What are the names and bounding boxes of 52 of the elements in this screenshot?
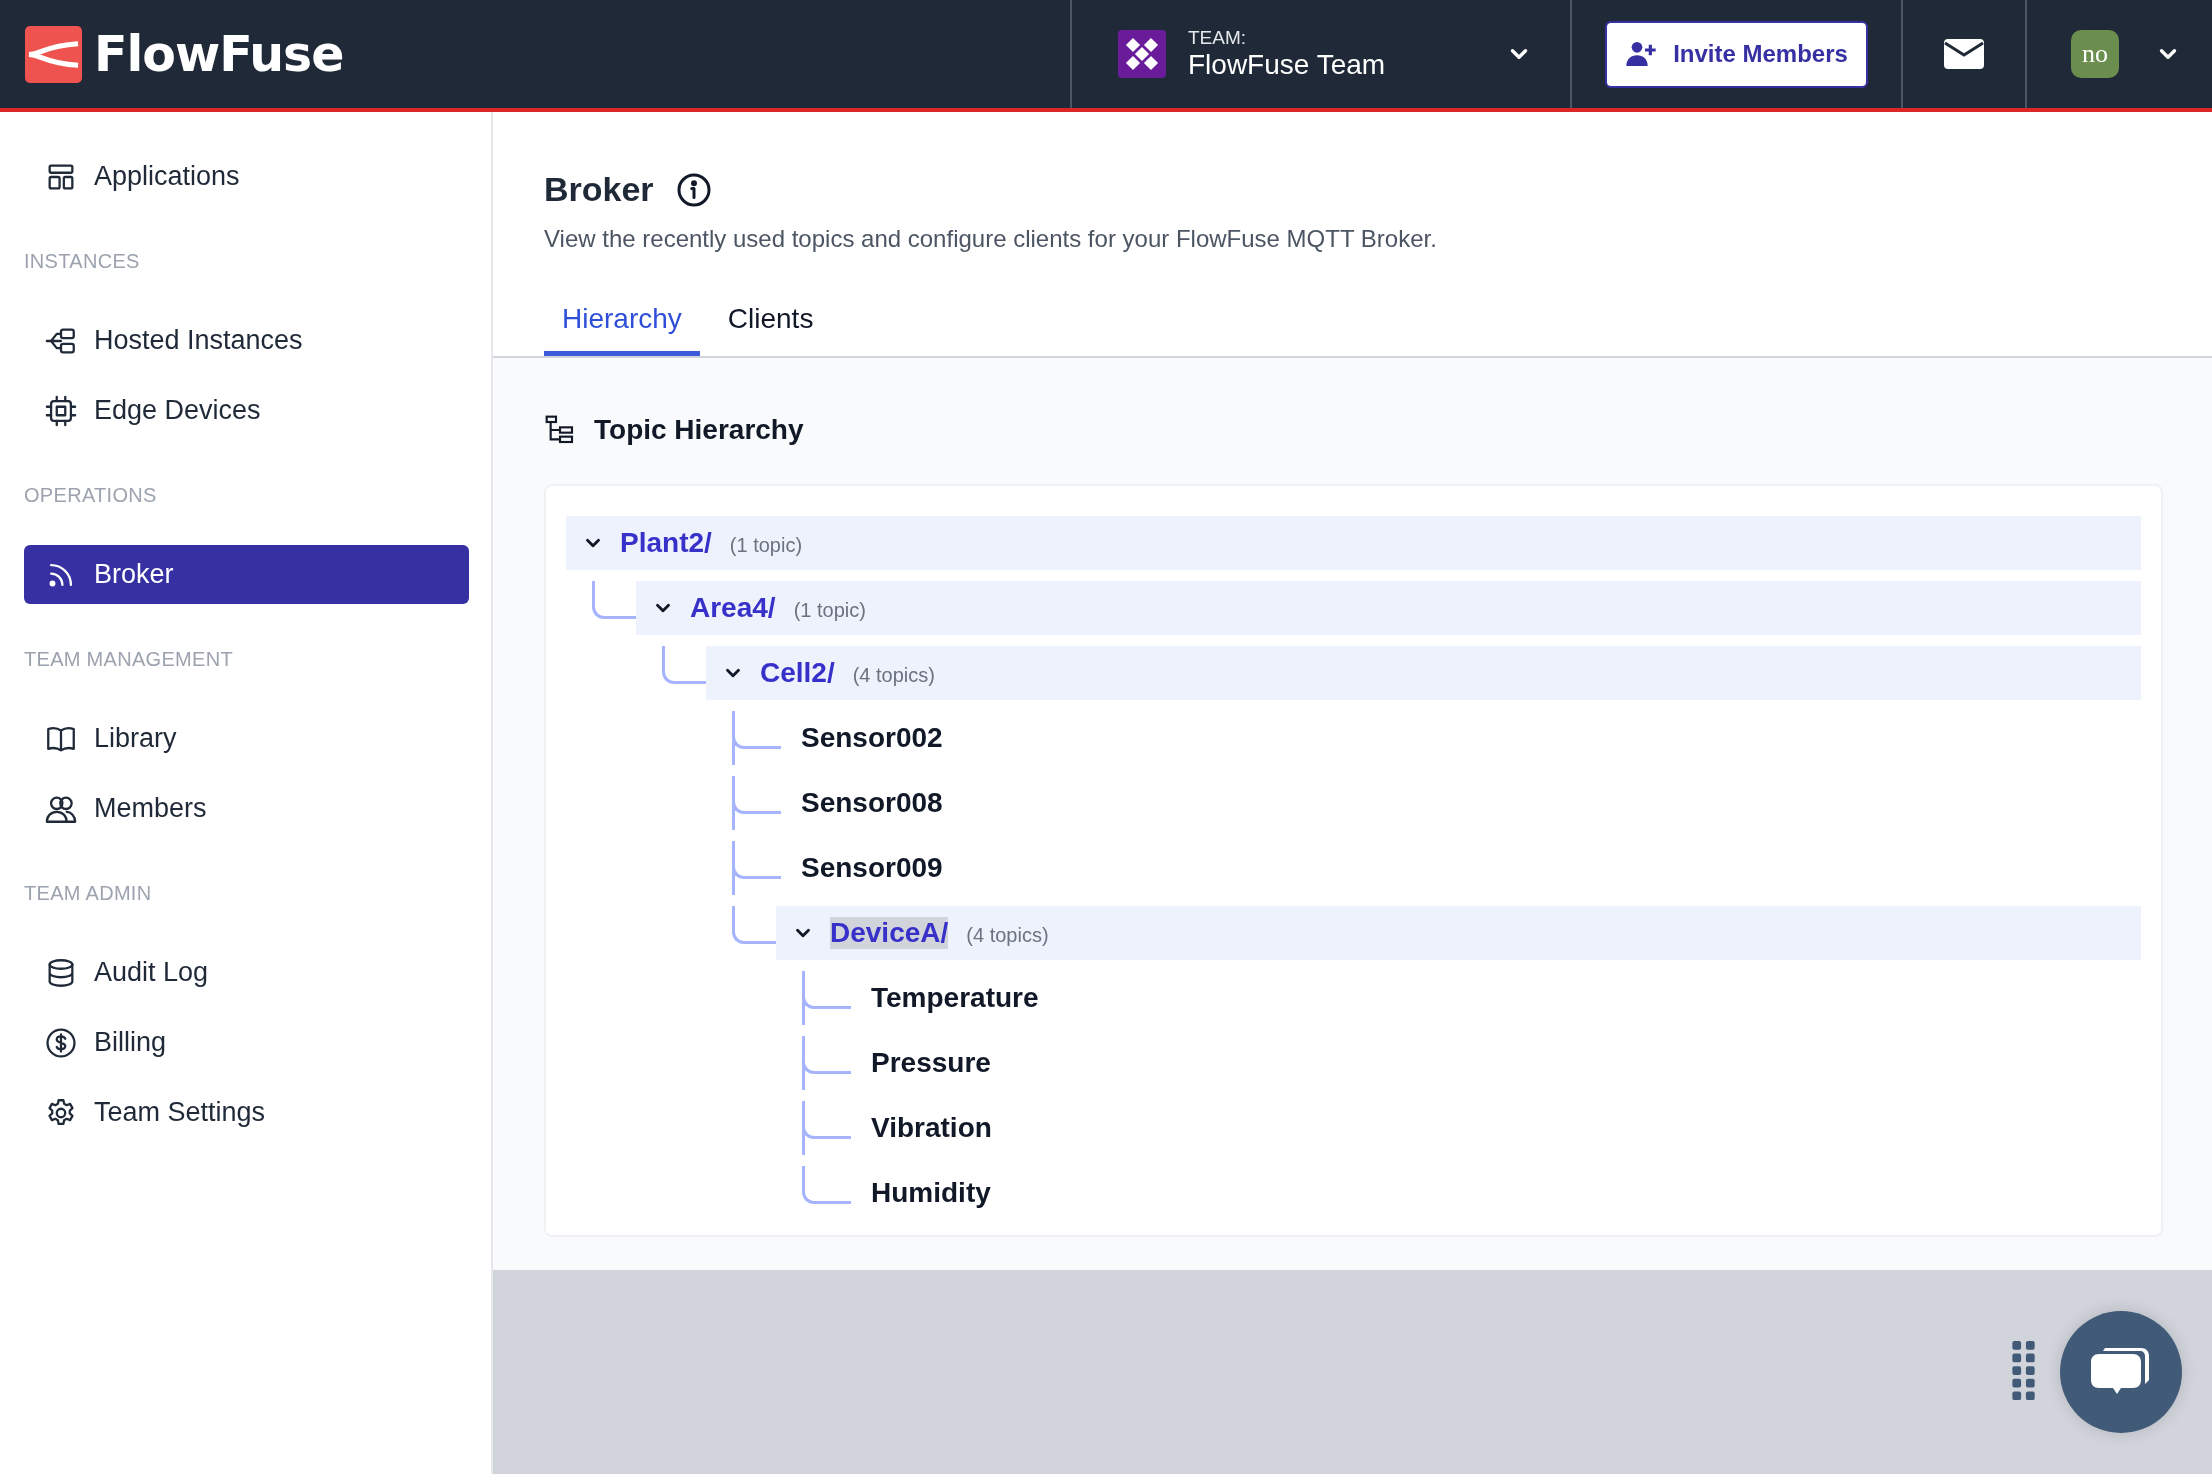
topic-name[interactable]: Sensor008 — [801, 787, 943, 819]
hierarchy-icon — [544, 414, 576, 446]
team-selector[interactable]: TEAM: FlowFuse Team — [1070, 0, 1570, 108]
mail-icon[interactable] — [1944, 39, 1984, 69]
topic-name[interactable]: Pressure — [871, 1047, 991, 1079]
section-heading: TEAM MANAGEMENT — [24, 648, 234, 671]
nav-item[interactable]: Audit Log — [24, 943, 469, 1002]
chip-icon — [44, 393, 78, 428]
section-heading: INSTANCES — [24, 250, 141, 273]
folder-name: Plant2/ — [620, 527, 712, 559]
topic-count: (4 topics) — [852, 663, 935, 687]
nav-item[interactable]: Hosted Instances — [24, 311, 469, 370]
dollar-icon — [44, 1025, 78, 1060]
folder-name: Cell2/ — [760, 657, 835, 689]
topic-folder-row[interactable]: Plant2/ (1 topic) — [566, 516, 2141, 570]
folder-name: DeviceA/ — [830, 917, 949, 949]
nav-item[interactable]: Team Settings — [24, 1083, 469, 1142]
user-avatar[interactable]: no — [2071, 30, 2119, 78]
folder-name: Area4/ — [690, 592, 776, 624]
topic-name[interactable]: Temperature — [871, 982, 1039, 1014]
topic-folder-row[interactable]: Cell2/ (4 topics) — [706, 646, 2141, 700]
team-label: TEAM: — [1188, 27, 1248, 49]
nav-item[interactable]: Billing — [24, 1013, 469, 1072]
page-title: Broker — [544, 170, 654, 209]
tab[interactable]: Hierarchy — [544, 291, 700, 356]
page-description: View the recently used topics and configure clients for your FlowFuse MQTT Broker. — [544, 225, 1438, 253]
nav-item[interactable]: Edge Devices — [24, 381, 469, 440]
topic-folder-row[interactable]: DeviceA/ (4 topics) — [776, 906, 2141, 960]
grip-icon[interactable] — [2012, 1341, 2036, 1403]
topic-name[interactable]: Sensor002 — [801, 722, 943, 754]
section-heading: OPERATIONS — [24, 484, 158, 507]
nav-item[interactable]: Library — [24, 709, 469, 768]
team-name: FlowFuse Team — [1188, 49, 1387, 81]
section-title: Topic Hierarchy — [594, 414, 804, 446]
topic-count: (4 topics) — [966, 923, 1049, 947]
logo-icon — [25, 25, 82, 83]
logo-text: FlowFuse — [94, 25, 344, 83]
topic-folder-row[interactable]: Area4/ (1 topic) — [636, 581, 2141, 635]
topic-name[interactable]: Sensor009 — [801, 852, 943, 884]
info-icon[interactable] — [675, 171, 712, 208]
tab[interactable]: Clients — [709, 291, 832, 356]
nav-item[interactable]: Applications — [24, 147, 469, 206]
nav-item[interactable]: Broker — [24, 545, 469, 604]
section-heading: TEAM ADMIN — [24, 882, 153, 905]
invite-members-button[interactable]: Invite Members — [1605, 20, 1868, 88]
connector-line — [802, 1166, 851, 1204]
topic-name[interactable]: Humidity — [871, 1177, 991, 1209]
topic-count: (1 topic) — [793, 598, 866, 622]
topic-name[interactable]: Vibration — [871, 1112, 992, 1144]
nav-item[interactable]: Members — [24, 779, 469, 838]
team-avatar-icon — [1118, 30, 1166, 78]
topic-count: (1 topic) — [729, 533, 803, 557]
